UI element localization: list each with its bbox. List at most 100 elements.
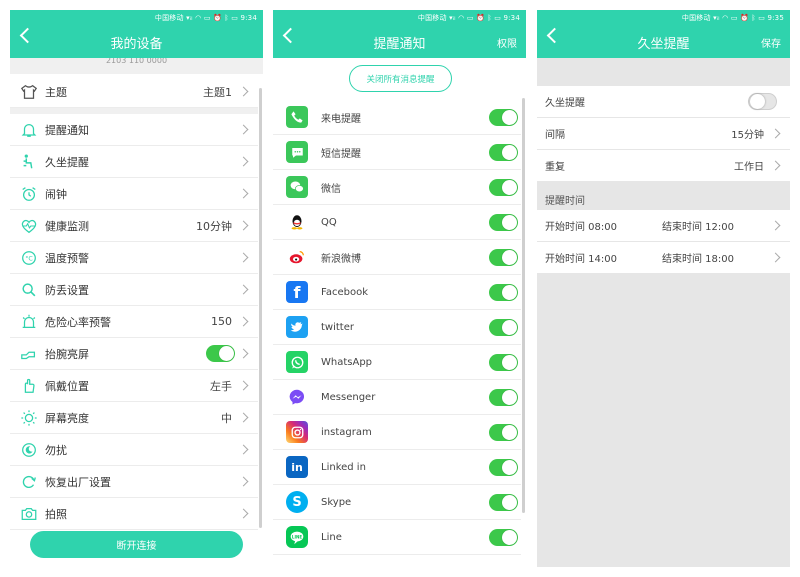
linkedin-icon: in xyxy=(286,456,308,478)
row-theme[interactable]: 主题 主题1 xyxy=(10,76,258,108)
row-alarm[interactable]: 闹钟 xyxy=(10,178,258,210)
chevron-right-icon xyxy=(238,252,249,263)
app-label: 短信提醒 xyxy=(321,148,361,160)
row-notification[interactable]: 提醒通知 xyxy=(10,114,258,146)
app-toggle[interactable] xyxy=(489,528,518,546)
app-toggle[interactable] xyxy=(489,388,518,406)
carrier: 中国移动 xyxy=(417,14,447,22)
row-temperature[interactable]: °C 温度预警 xyxy=(10,242,258,274)
chevron-right-icon xyxy=(238,156,249,167)
app-toggle[interactable] xyxy=(489,283,518,301)
row-raise-wrist[interactable]: 抬腕亮屏 xyxy=(10,338,258,370)
phone-icon xyxy=(286,106,308,128)
chevron-right-icon xyxy=(238,86,249,97)
device-mac: 2103 110 0000 xyxy=(10,58,263,74)
app-row: twitter xyxy=(273,310,521,345)
row-factory-reset[interactable]: 恢复出厂设置 xyxy=(10,466,258,498)
row-health[interactable]: 健康监测 10分钟 xyxy=(10,210,258,242)
header: 中国移动 ▾ᵢₗ ◠ ▭ ⏰ ᛒ ▭ 9:35 久坐提醒 保存 xyxy=(537,10,790,58)
chevron-right-icon xyxy=(238,476,249,487)
status-bar: 中国移动 ▾ᵢₗ ◠ ▭ ⏰ ᛒ ▭ 9:34 xyxy=(417,14,520,22)
row-label: 提醒通知 xyxy=(45,123,89,137)
row-do-not-disturb[interactable]: 勿扰 xyxy=(10,434,258,466)
scrollbar[interactable] xyxy=(259,88,262,528)
app-row: QQ xyxy=(273,205,521,240)
row-heart-rate-warning[interactable]: 危险心率预警 150 xyxy=(10,306,258,338)
reset-icon xyxy=(19,472,39,492)
row-period[interactable]: 开始时间 14:00 结束时间 18:00 xyxy=(537,242,790,274)
app-toggle[interactable] xyxy=(489,318,518,336)
app-toggle[interactable] xyxy=(489,178,518,196)
app-label: WhatsApp xyxy=(321,356,373,368)
row-label: 健康监测 xyxy=(45,219,89,233)
period-start: 开始时间 14:00 xyxy=(545,254,617,265)
do-not-disturb-icon xyxy=(19,440,39,460)
save-button[interactable]: 保存 xyxy=(761,35,781,50)
app-row: WhatsApp xyxy=(273,345,521,380)
page-title: 久坐提醒 xyxy=(637,37,690,52)
permission-button[interactable]: 权限 xyxy=(497,35,517,50)
weibo-icon xyxy=(286,246,308,268)
chevron-right-icon xyxy=(238,444,249,455)
bell-icon xyxy=(19,120,39,140)
app-label: Linked in xyxy=(321,461,366,473)
row-repeat[interactable]: 重复 工作日 xyxy=(537,150,790,182)
facebook-icon: f xyxy=(286,281,308,303)
app-toggle[interactable] xyxy=(489,458,518,476)
close-all-button[interactable]: 关闭所有消息提醒 xyxy=(349,65,452,92)
chevron-right-icon xyxy=(770,252,781,263)
row-wear-position[interactable]: 佩戴位置 左手 xyxy=(10,370,258,402)
row-value: 中 xyxy=(221,411,232,425)
app-toggle[interactable] xyxy=(489,108,518,126)
line-icon: LINE xyxy=(286,526,308,548)
app-row: S Skype xyxy=(273,485,521,520)
chevron-right-icon xyxy=(238,188,249,199)
app-label: twitter xyxy=(321,321,354,333)
app-row: f Facebook xyxy=(273,275,521,310)
sedentary-settings: 久坐提醒 间隔 15分钟 重复 工作日 提醒时间 开始时间 08:00 结束时间… xyxy=(537,58,790,567)
alarm-light-icon xyxy=(19,312,39,332)
chevron-right-icon xyxy=(238,316,249,327)
period-start: 开始时间 08:00 xyxy=(545,222,617,233)
row-label: 恢复出厂设置 xyxy=(45,475,111,489)
app-row: instagram xyxy=(273,415,521,450)
app-label: instagram xyxy=(321,426,372,438)
skype-icon: S xyxy=(286,491,308,513)
app-list: 关闭所有消息提醒 来电提醒 短信提醒 微信 QQ 新浪微博 f Facebook… xyxy=(273,58,526,567)
row-value: 工作日 xyxy=(734,162,764,173)
app-row: in Linked in xyxy=(273,450,521,485)
app-label: Line xyxy=(321,531,342,543)
disconnect-button[interactable]: 断开连接 xyxy=(30,531,243,558)
app-toggle[interactable] xyxy=(489,248,518,266)
app-toggle[interactable] xyxy=(489,213,518,231)
row-camera[interactable]: 拍照 xyxy=(10,498,258,530)
row-label: 温度预警 xyxy=(45,251,89,265)
clock: 9:34 xyxy=(503,14,520,22)
app-toggle[interactable] xyxy=(489,353,518,371)
scrollbar[interactable] xyxy=(522,98,525,513)
row-label: 勿扰 xyxy=(45,443,67,457)
message-icon xyxy=(286,141,308,163)
heartbeat-icon xyxy=(19,216,39,236)
header: 中国移动 ▾ᵢₗ ◠ ▭ ⏰ ᛒ ▭ 9:34 我的设备 xyxy=(10,10,263,58)
row-period[interactable]: 开始时间 08:00 结束时间 12:00 xyxy=(537,210,790,242)
row-sedentary[interactable]: 久坐提醒 xyxy=(10,146,258,178)
sedentary-toggle[interactable] xyxy=(748,93,777,110)
row-label: 久坐提醒 xyxy=(545,98,585,109)
camera-icon xyxy=(19,504,39,524)
row-anti-lost[interactable]: 防丢设置 xyxy=(10,274,258,306)
app-toggle[interactable] xyxy=(489,143,518,161)
app-label: QQ xyxy=(321,216,337,228)
twitter-icon xyxy=(286,316,308,338)
row-brightness[interactable]: 屏幕亮度 中 xyxy=(10,402,258,434)
row-interval[interactable]: 间隔 15分钟 xyxy=(537,118,790,150)
app-toggle[interactable] xyxy=(489,493,518,511)
raise-wrist-toggle[interactable] xyxy=(206,345,235,362)
app-row: 新浪微博 xyxy=(273,240,521,275)
wechat-icon xyxy=(286,176,308,198)
period-end: 结束时间 12:00 xyxy=(662,222,734,233)
wrist-icon xyxy=(19,344,39,364)
app-label: Messenger xyxy=(321,391,376,403)
app-toggle[interactable] xyxy=(489,423,518,441)
thermometer-icon: °C xyxy=(19,248,39,268)
